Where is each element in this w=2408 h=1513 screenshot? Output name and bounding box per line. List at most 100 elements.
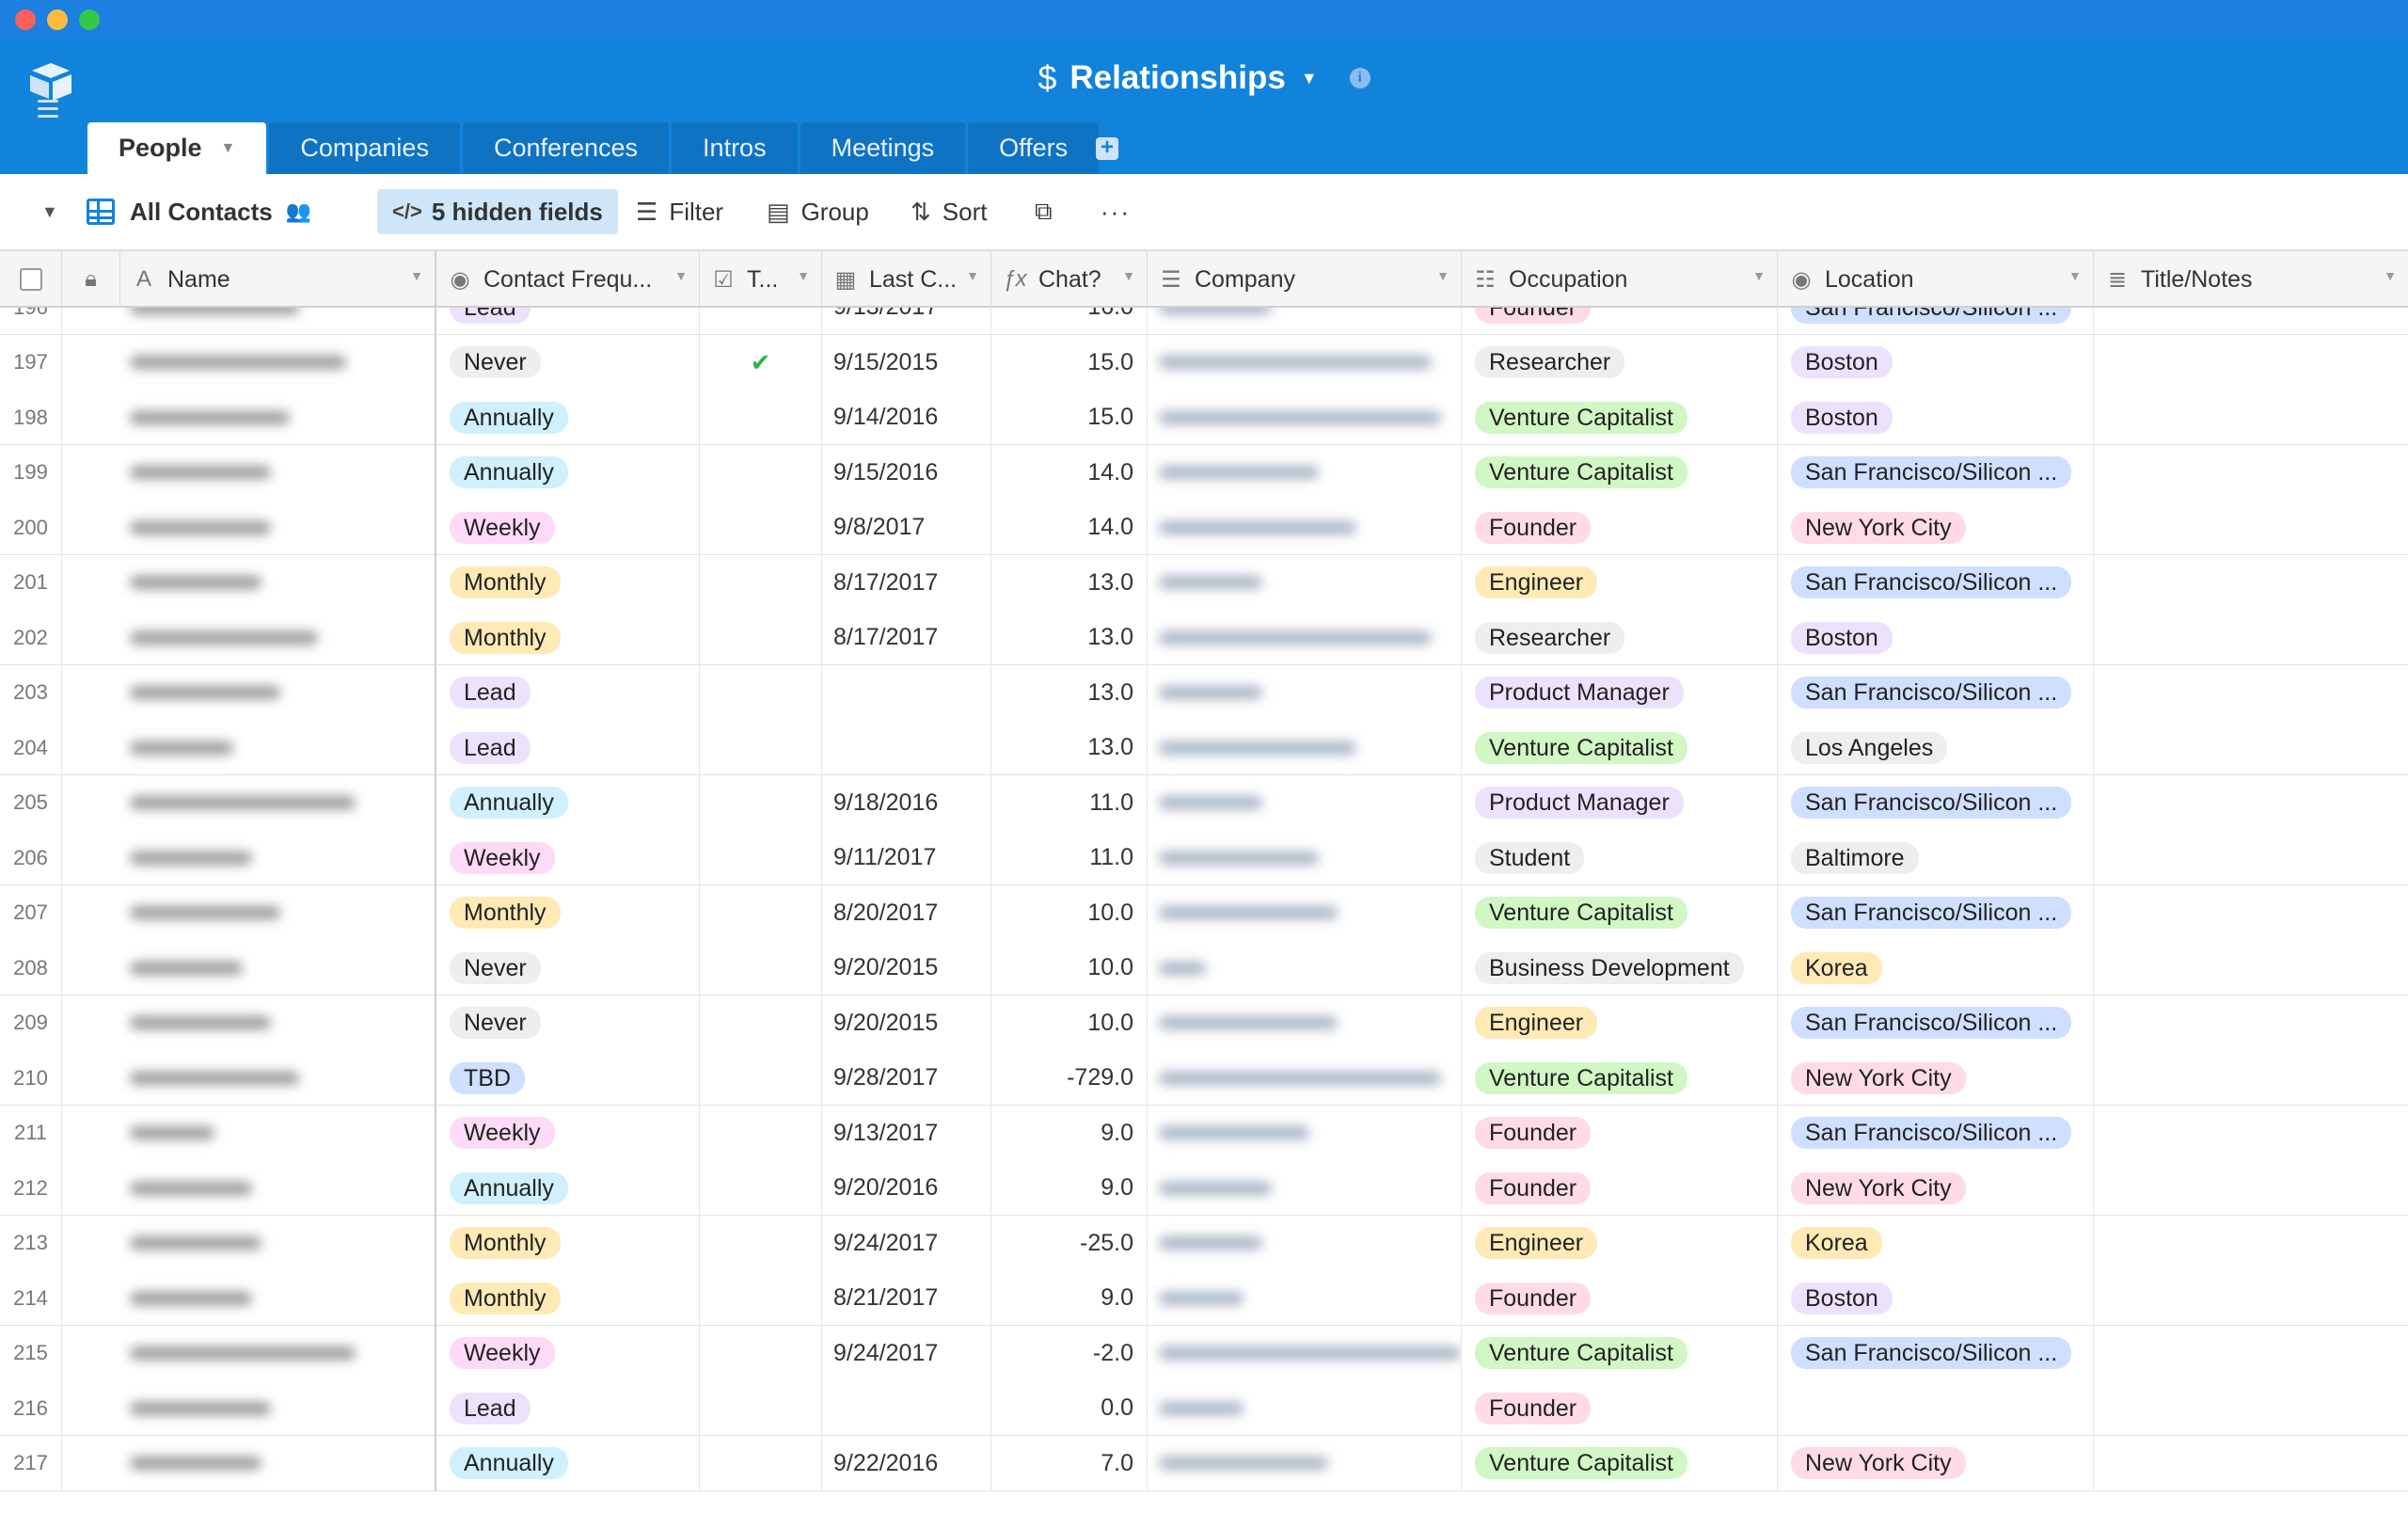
company-cell[interactable]: [1148, 554, 1462, 611]
chevron-down-icon[interactable]: ▼: [221, 140, 236, 157]
chat-cell[interactable]: 15.0: [991, 390, 1148, 445]
occupation-cell[interactable]: Founder: [1462, 1160, 1778, 1216]
tab-intros[interactable]: Intros: [672, 122, 798, 174]
contact-frequency-cell[interactable]: Annually: [436, 444, 700, 501]
occupation-cell[interactable]: Founder: [1462, 1105, 1778, 1161]
location-cell[interactable]: San Francisco/Silicon ...: [1778, 884, 2094, 941]
column-menu-caret-icon[interactable]: ▼: [2068, 268, 2082, 283]
chat-cell[interactable]: 14.0: [991, 500, 1148, 555]
last-contact-cell[interactable]: 9/13/2017: [822, 1105, 991, 1161]
contact-frequency-cell[interactable]: Never: [436, 940, 700, 995]
table-row[interactable]: 197 Never ✔ 9/15/2015 15.0 Researcher Boston: [0, 334, 2408, 390]
t-checkbox-cell[interactable]: [700, 500, 822, 555]
tab-companies[interactable]: Companies: [269, 122, 460, 174]
location-cell[interactable]: Boston: [1778, 390, 2094, 445]
name-cell[interactable]: [120, 830, 436, 885]
select-all-checkbox[interactable]: [19, 268, 42, 291]
title-notes-cell[interactable]: [2094, 940, 2408, 995]
chat-cell[interactable]: -729.0: [991, 1050, 1148, 1106]
occupation-cell[interactable]: Venture Capitalist: [1462, 884, 1778, 941]
name-cell[interactable]: [120, 1435, 436, 1491]
company-cell[interactable]: [1148, 334, 1462, 390]
contact-frequency-cell[interactable]: Never: [436, 334, 700, 390]
column-menu-caret-icon[interactable]: ▼: [674, 268, 688, 283]
company-cell[interactable]: [1148, 1105, 1462, 1161]
title-notes-cell[interactable]: [2094, 885, 2408, 941]
contact-frequency-cell[interactable]: Monthly: [436, 554, 700, 611]
t-checkbox-cell[interactable]: [700, 390, 822, 445]
chat-cell[interactable]: 13.0: [991, 664, 1148, 721]
name-cell[interactable]: [120, 444, 436, 501]
t-checkbox-cell[interactable]: [700, 1270, 822, 1326]
chat-cell[interactable]: -25.0: [991, 1215, 1148, 1271]
close-window-button[interactable]: [15, 9, 36, 30]
chat-cell[interactable]: 15.0: [991, 334, 1148, 390]
company-cell[interactable]: [1148, 1380, 1462, 1436]
contact-frequency-cell[interactable]: Lead: [436, 664, 700, 721]
contact-frequency-cell[interactable]: Monthly: [436, 610, 700, 665]
table-row[interactable]: 211 Weekly 9/13/2017 9.0 Founder San Francisc…: [0, 1105, 2408, 1161]
occupation-cell[interactable]: Founder: [1462, 1380, 1778, 1436]
last-contact-cell[interactable]: 8/17/2017: [822, 610, 991, 665]
contact-frequency-cell[interactable]: Annually: [436, 1435, 700, 1491]
row-expand-cell[interactable]: [62, 1050, 120, 1106]
t-checkbox-cell[interactable]: [700, 1215, 822, 1271]
chat-cell[interactable]: -2.0: [991, 1325, 1148, 1381]
location-cell[interactable]: San Francisco/Silicon ...: [1778, 554, 2094, 611]
t-checkbox-cell[interactable]: [700, 554, 822, 611]
last-contact-cell[interactable]: 9/8/2017: [822, 500, 991, 555]
contact-frequency-cell[interactable]: Weekly: [436, 1325, 700, 1381]
name-cell[interactable]: [120, 500, 436, 555]
minimize-window-button[interactable]: [47, 9, 68, 30]
chat-cell[interactable]: 7.0: [991, 1435, 1148, 1491]
row-expand-cell[interactable]: [62, 335, 120, 390]
occupation-cell[interactable]: Venture Capitalist: [1462, 1325, 1778, 1381]
info-icon[interactable]: i: [1349, 68, 1370, 88]
title-notes-cell[interactable]: [2094, 665, 2408, 721]
title-notes-cell[interactable]: [2094, 830, 2408, 885]
zoom-window-button[interactable]: [79, 9, 100, 30]
row-expand-cell[interactable]: [62, 720, 120, 775]
title-notes-cell[interactable]: [2094, 390, 2408, 445]
table-row[interactable]: 198 Annually 9/14/2016 15.0 Venture Capitali…: [0, 390, 2408, 445]
row-expand-cell[interactable]: [62, 665, 120, 721]
company-cell[interactable]: [1148, 610, 1462, 665]
column-header-company[interactable]: ☰ Company ▼: [1148, 251, 1462, 308]
row-expand-cell[interactable]: [62, 1326, 120, 1381]
row-expand-cell[interactable]: [62, 500, 120, 555]
name-cell[interactable]: [120, 554, 436, 611]
column-header-contact-frequency[interactable]: ◉ Contact Frequ... ▼: [436, 251, 700, 308]
company-cell[interactable]: [1148, 940, 1462, 995]
filter-button[interactable]: ☰ Filter: [636, 189, 723, 234]
row-expand-cell[interactable]: [62, 555, 120, 611]
select-all-header[interactable]: [0, 251, 62, 308]
title-notes-cell[interactable]: [2094, 610, 2408, 665]
location-cell[interactable]: Boston: [1778, 1270, 2094, 1326]
contact-frequency-cell[interactable]: Annually: [436, 774, 700, 831]
tab-offers[interactable]: Offers: [968, 122, 1100, 174]
row-expand-cell[interactable]: [62, 940, 120, 995]
table-row[interactable]: 202 Monthly 8/17/2017 13.0 Researcher Boston: [0, 610, 2408, 665]
row-expand-cell[interactable]: [62, 1270, 120, 1326]
last-contact-cell[interactable]: 9/20/2015: [822, 995, 991, 1051]
name-cell[interactable]: [120, 334, 436, 390]
name-cell[interactable]: [120, 995, 436, 1051]
chat-cell[interactable]: 11.0: [991, 774, 1148, 831]
company-cell[interactable]: [1148, 664, 1462, 721]
company-cell[interactable]: [1148, 830, 1462, 885]
row-expand-cell[interactable]: [62, 775, 120, 831]
company-cell[interactable]: [1148, 884, 1462, 941]
t-checkbox-cell[interactable]: [700, 1105, 822, 1161]
title-notes-cell[interactable]: [2094, 1216, 2408, 1271]
title-notes-cell[interactable]: [2094, 775, 2408, 831]
column-header-occupation[interactable]: ☷ Occupation ▼: [1462, 251, 1778, 308]
last-contact-cell[interactable]: 9/22/2016: [822, 1435, 991, 1491]
title-notes-cell[interactable]: [2094, 995, 2408, 1051]
contact-frequency-cell[interactable]: Never: [436, 995, 700, 1051]
location-cell[interactable]: Boston: [1778, 610, 2094, 665]
hamburger-menu-icon[interactable]: [38, 100, 58, 118]
add-table-button[interactable]: +: [1096, 136, 1118, 160]
name-cell[interactable]: [120, 1380, 436, 1436]
base-title[interactable]: $ Relationships ▼ i: [0, 58, 2408, 98]
more-options-button[interactable]: ···: [1101, 189, 1131, 234]
